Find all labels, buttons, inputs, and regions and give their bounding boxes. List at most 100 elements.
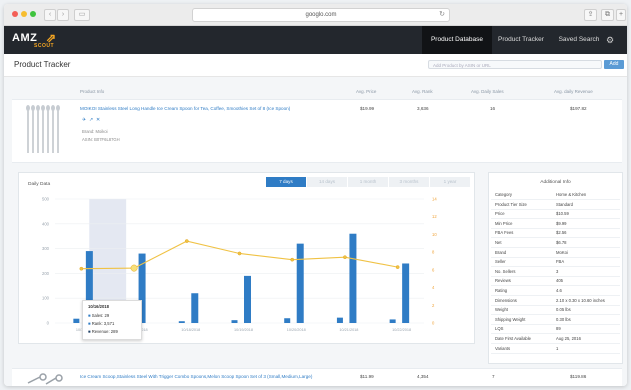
- tooltip-date: 10/16/2018: [88, 304, 109, 309]
- tooltip-revenue: ■ Revenue: 289: [88, 329, 118, 334]
- info-value: $2.56: [556, 230, 567, 236]
- info-row: Rating 4.6: [491, 287, 620, 296]
- additional-info-panel: Additional Info Category Home & Kitchen Pr…: [488, 172, 623, 364]
- sales-bar: [296, 243, 304, 323]
- nav-product-database[interactable]: Product Database: [422, 26, 492, 54]
- logo-subtitle: SCOUT: [34, 43, 54, 49]
- reload-icon[interactable]: ↻: [439, 11, 445, 19]
- info-key: Reviews: [495, 278, 511, 284]
- page-title: Product Tracker: [14, 60, 71, 69]
- table-row[interactable]: Ice Cream Scoop,Stainless Steel With Tri…: [12, 368, 622, 386]
- info-value: 405: [556, 278, 563, 284]
- product-rank: 4,354: [417, 374, 429, 379]
- rank-point: [395, 265, 400, 269]
- forward-icon[interactable]: ›: [57, 9, 69, 21]
- rank-point: [290, 257, 295, 262]
- minimize-window-icon[interactable]: [21, 11, 27, 17]
- y-tick-label: 500: [42, 197, 50, 202]
- nav-product-tracker[interactable]: Product Tracker: [492, 26, 550, 54]
- info-value: FBA: [556, 259, 565, 265]
- info-row: Dimensions 2.10 x 0.30 x 10.60 inches: [491, 297, 620, 306]
- y-tick-label: 400: [42, 221, 50, 226]
- info-row: Reviews 405: [491, 277, 620, 287]
- y-tick-label: 100: [42, 296, 50, 301]
- info-row: Brand MoKoi: [491, 249, 620, 258]
- x-tick-label: 10/21/2018: [339, 328, 358, 332]
- y2-tick-label: 8: [432, 250, 435, 255]
- browser-toolbar: ‹ › ▭ googlo.com ↻ ⇪ ⧉ +: [4, 4, 627, 26]
- info-key: Weight: [495, 307, 508, 313]
- column-product-info: Product Info: [80, 89, 105, 94]
- new-tab-icon[interactable]: +: [616, 9, 626, 21]
- rank-point: [343, 255, 347, 260]
- twitter-icon[interactable]: ✈: [82, 117, 86, 123]
- info-value: $6.78: [556, 240, 567, 245]
- info-row: No. Sellers 3: [491, 268, 620, 277]
- revenue-bar: [231, 320, 238, 323]
- product-price: $19.99: [360, 106, 375, 111]
- y2-tick-label: 6: [432, 267, 435, 272]
- sidebar-icon[interactable]: ▭: [74, 9, 90, 21]
- info-row: Category Home & Kitchen: [491, 191, 620, 200]
- y2-tick-label: 12: [432, 214, 437, 219]
- y2-tick-label: 2: [432, 303, 435, 308]
- rank-point: [130, 264, 138, 272]
- revenue-bar: [178, 321, 185, 323]
- tabs-icon[interactable]: ⧉: [601, 9, 614, 21]
- address-bar[interactable]: googlo.com ↻: [192, 8, 450, 22]
- info-value: Aug 25, 2016: [556, 336, 581, 341]
- column-avg-daily-revenue: Avg. daily Revenue: [554, 89, 593, 94]
- info-row: Date First Available Aug 25, 2016: [491, 335, 620, 344]
- y2-tick-label: 10: [432, 232, 437, 237]
- add-button[interactable]: Add: [604, 60, 624, 69]
- tooltip-sales-text: Sales: 29: [91, 313, 110, 318]
- info-key: FBA Fees: [495, 230, 514, 236]
- product-daily-revenue: $197.82: [570, 106, 587, 111]
- sales-bar: [244, 275, 251, 323]
- share-icon[interactable]: ⇪: [584, 9, 597, 21]
- x-tick-label: 10/22/2018: [392, 328, 411, 332]
- close-window-icon[interactable]: [12, 11, 18, 17]
- add-product-input[interactable]: Add Product by ASIN or URL: [428, 60, 602, 69]
- info-key: Category: [495, 192, 512, 197]
- row-actions: ✈ ↗ ✕: [82, 117, 100, 123]
- product-title-link[interactable]: Ice Cream Scoop,Stainless Steel With Tri…: [80, 374, 312, 379]
- product-asin: ASIN: B07F6L87GH: [82, 137, 120, 142]
- gear-icon[interactable]: ⚙: [599, 26, 621, 54]
- back-icon[interactable]: ‹: [44, 9, 56, 21]
- y-tick-label: 300: [42, 246, 50, 251]
- column-avg-price: Avg. Price: [356, 89, 377, 94]
- maximize-window-icon[interactable]: [30, 11, 36, 17]
- remove-icon[interactable]: ✕: [96, 117, 100, 123]
- revenue-bar: [284, 318, 291, 323]
- info-value: 1: [556, 345, 559, 351]
- product-price: $11.99: [360, 374, 374, 379]
- revenue-bar: [389, 319, 396, 323]
- product-daily-revenue: $119.86: [570, 374, 587, 379]
- x-tick-label: 10/20/2018: [287, 328, 306, 332]
- info-row: Variants 1: [491, 345, 620, 354]
- sales-bar: [349, 233, 357, 323]
- info-row: Seller FBA: [491, 258, 620, 268]
- info-row: LQS 89: [491, 325, 620, 335]
- rank-point: [79, 266, 84, 271]
- rank-point: [237, 251, 242, 256]
- revenue-bar: [73, 318, 80, 323]
- info-key: Min Price: [495, 220, 513, 226]
- tooltip-rank-text: Rank: 3,571: [91, 321, 115, 326]
- rank-point: [184, 239, 189, 243]
- chart-tooltip: 10/16/2018 ■ Sales: 29 ■ Rank: 3,571 ■ R…: [82, 300, 142, 340]
- y-tick-label: 0: [47, 321, 50, 326]
- info-row: Product Tier Size Standard: [491, 201, 620, 210]
- link-icon[interactable]: ↗: [89, 117, 93, 123]
- revenue-swatch-icon: ■: [88, 329, 91, 334]
- product-title-link[interactable]: MOIKOI Stainless Steel Long Handle Ice C…: [80, 106, 290, 111]
- x-tick-label: 10/19/2018: [234, 328, 253, 332]
- info-key: Date First Available: [495, 336, 531, 341]
- info-row: Net $6.78: [491, 239, 620, 248]
- info-value: 2.10 x 0.30 x 10.60 inches: [556, 297, 605, 303]
- info-key: Dimensions: [495, 297, 517, 303]
- table-row[interactable]: MOIKOI Stainless Steel Long Handle Ice C…: [12, 99, 622, 163]
- browser-window: ‹ › ▭ googlo.com ↻ ⇪ ⧉ + AMZ ⇗ SCOUT Pro…: [4, 4, 627, 386]
- info-value: 0.05 lbs: [556, 307, 571, 313]
